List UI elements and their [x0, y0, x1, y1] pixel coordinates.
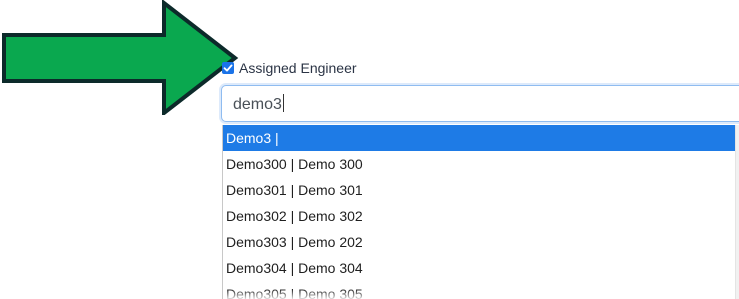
suggestion-item-demo300[interactable]: Demo300 | Demo 300 [223, 151, 735, 177]
suggestions-list: Demo3 | Demo300 | Demo 300 Demo301 | Dem… [223, 125, 735, 299]
assigned-engineer-row: Assigned Engineer [222, 59, 357, 77]
engineer-suggestions-dropdown: Demo3 | Demo300 | Demo 300 Demo301 | Dem… [222, 125, 739, 299]
suggestion-item-demo3[interactable]: Demo3 | [223, 125, 735, 151]
suggestion-item-demo304[interactable]: Demo304 | Demo 304 [223, 255, 735, 281]
search-input-value: demo3 [233, 94, 284, 115]
engineer-search-input[interactable]: demo3 [221, 85, 739, 122]
suggestion-item-demo301[interactable]: Demo301 | Demo 301 [223, 177, 735, 203]
screen: Assigned Engineer demo3 Demo3 | Demo300 … [0, 0, 739, 299]
text-caret [282, 94, 284, 112]
checkmark-icon [223, 64, 233, 72]
list-fade [223, 289, 735, 299]
suggestion-item-demo303[interactable]: Demo303 | Demo 202 [223, 229, 735, 255]
arrow-right-icon [2, 0, 239, 115]
suggestion-item-demo302[interactable]: Demo302 | Demo 302 [223, 203, 735, 229]
dropdown-scrollbar[interactable]: ▲ [735, 125, 739, 299]
search-input-text: demo3 [233, 96, 282, 113]
assigned-engineer-label: Assigned Engineer [239, 60, 357, 76]
assigned-engineer-checkbox[interactable] [222, 62, 234, 74]
